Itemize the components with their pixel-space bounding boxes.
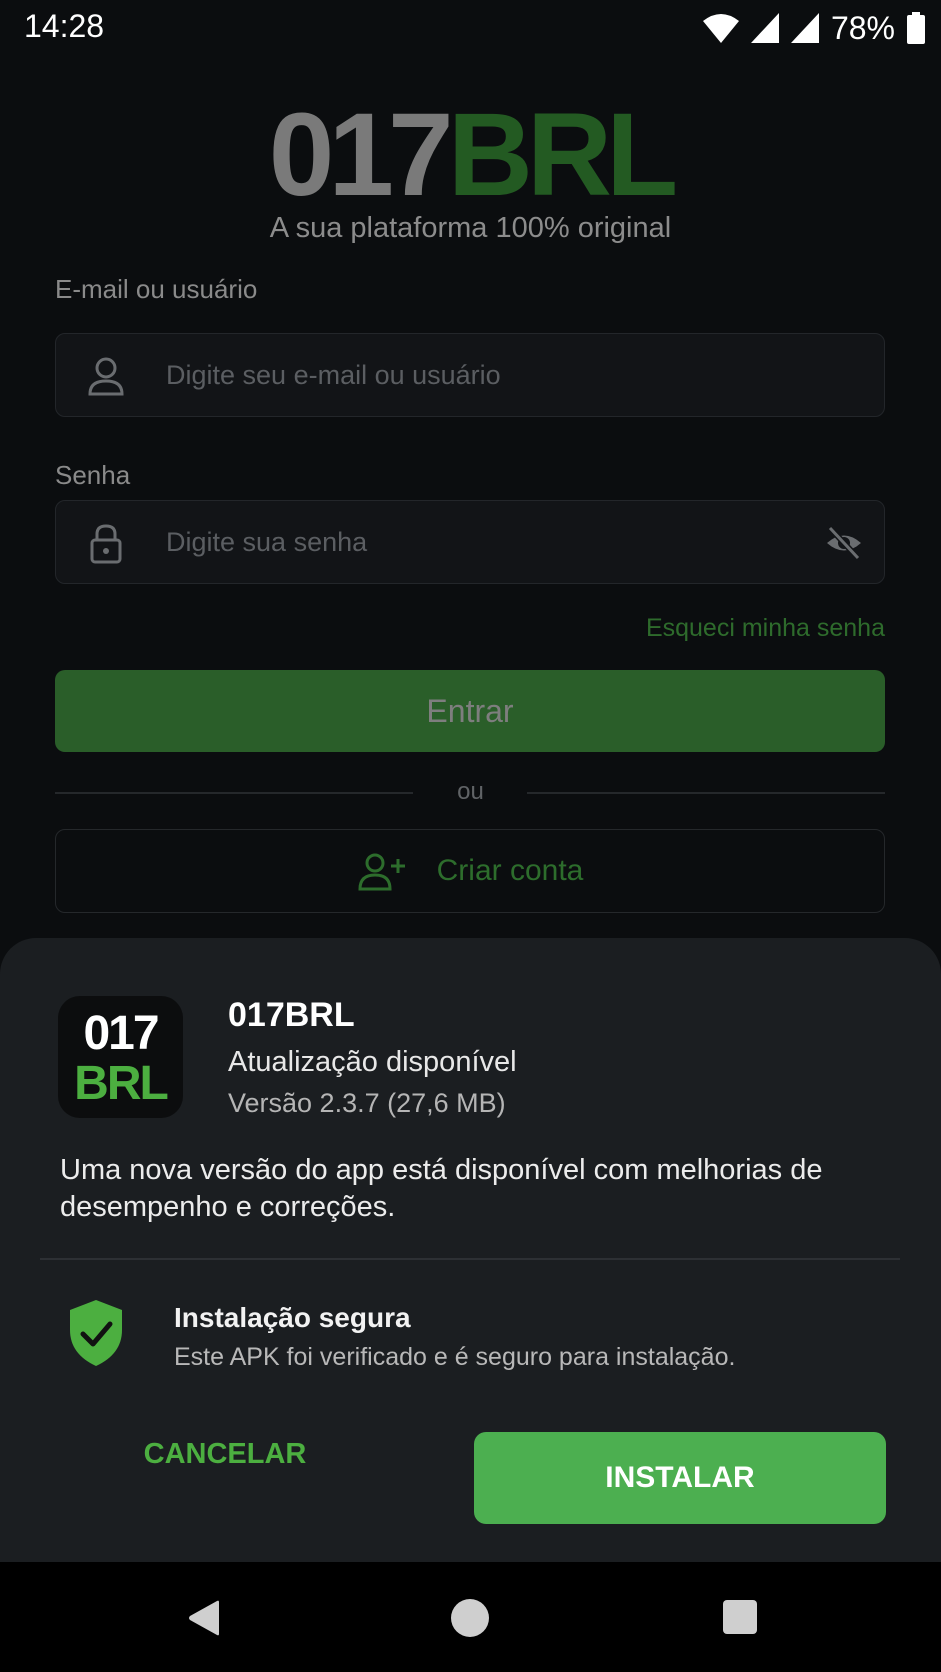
navigation-bar xyxy=(0,1562,941,1672)
add-user-icon xyxy=(358,853,405,891)
logo-number: 017 xyxy=(268,89,454,221)
home-icon[interactable] xyxy=(450,1598,490,1638)
password-placeholder: Digite sua senha xyxy=(166,527,368,557)
user-icon xyxy=(88,357,124,396)
battery-percent: 78% xyxy=(830,9,895,46)
lock-icon xyxy=(90,524,122,564)
update-description: Uma nova versão do app está disponível c… xyxy=(60,1154,823,1223)
create-account-button[interactable]: Criar conta xyxy=(55,829,885,913)
secure-install-description: Este APK foi verificado e é seguro para … xyxy=(174,1343,736,1371)
status-time: 14:28 xyxy=(24,8,105,44)
recents-icon[interactable] xyxy=(722,1599,758,1635)
app-icon: 017 BRL xyxy=(58,996,183,1118)
battery-icon xyxy=(907,12,925,44)
status-icons: 78% xyxy=(702,8,925,48)
update-bottom-sheet: 017 BRL 017BRL Atualização disponível Ve… xyxy=(0,938,941,1562)
brand-logo: 017BRL xyxy=(0,95,941,215)
forgot-password-link[interactable]: Esqueci minha senha xyxy=(646,614,885,643)
signal-icon-2 xyxy=(790,13,819,43)
password-label: Senha xyxy=(55,460,131,490)
logo-brand: BRL xyxy=(447,89,679,221)
tagline: A sua plataforma 100% original xyxy=(269,212,672,244)
app-icon-number: 017 xyxy=(83,1007,159,1060)
email-label: E-mail ou usuário xyxy=(55,274,258,304)
app-version: Versão 2.3.7 (27,6 MB) xyxy=(228,1088,506,1118)
divider-right xyxy=(527,792,885,794)
status-bar: 14:28 78% xyxy=(0,0,941,56)
password-input[interactable]: Digite sua senha xyxy=(55,500,885,584)
shield-check-icon xyxy=(70,1300,122,1366)
email-input[interactable]: Digite seu e-mail ou usuário xyxy=(55,333,885,417)
wifi-icon xyxy=(702,14,739,43)
login-button[interactable]: Entrar xyxy=(55,670,885,752)
cancel-button[interactable]: CANCELAR xyxy=(60,1408,390,1500)
install-button[interactable]: INSTALAR xyxy=(474,1432,886,1524)
app-icon-brand: BRL xyxy=(74,1057,169,1110)
sheet-divider xyxy=(40,1258,900,1260)
update-subtitle: Atualização disponível xyxy=(228,1046,517,1078)
app-name: 017BRL xyxy=(228,996,355,1034)
email-placeholder: Digite seu e-mail ou usuário xyxy=(166,360,501,390)
signal-icon xyxy=(750,13,779,43)
back-icon[interactable] xyxy=(187,1600,221,1636)
eye-off-icon[interactable] xyxy=(824,523,864,563)
create-account-label: Criar conta xyxy=(436,854,584,887)
secure-install-title: Instalação segura xyxy=(174,1302,411,1333)
